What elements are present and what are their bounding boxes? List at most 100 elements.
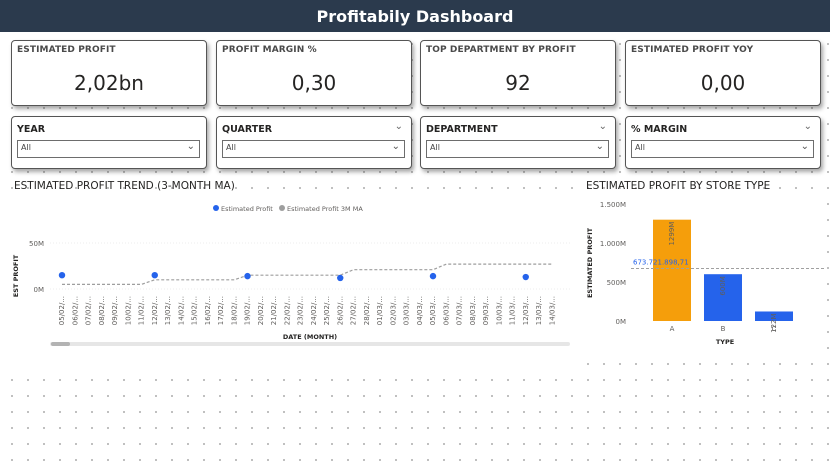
x-tick-label: 08/02/... [98, 296, 106, 325]
legend-label-ma: Estimated Profit 3M MA [287, 205, 363, 213]
x-tick-label: 28/02/... [363, 296, 371, 325]
trend-chart-title: ESTIMATED PROFIT TREND (3-MONTH MA) [14, 180, 235, 192]
kpi-card-profit-margin[interactable]: PROFIT MARGIN % 0,30 [216, 40, 412, 106]
legend-marker-estimated-profit [213, 205, 219, 211]
dashboard-header: Profitabily Dashboard [0, 0, 830, 32]
x-tick-label: 27/02/... [350, 296, 358, 325]
x-tick-label: 23/02/... [297, 296, 305, 325]
x-tick-label: 01/03/... [376, 296, 384, 325]
x-tick-label: 09/03/... [482, 296, 490, 325]
dropdown-value: All [635, 143, 645, 152]
x-tick-label: 12/03/... [522, 296, 530, 325]
x-tick-label: 05/03/... [429, 296, 437, 325]
kpi-title: TOP DEPARTMENT BY PROFIT [426, 45, 576, 55]
x-tick-label: 20/02/... [257, 296, 265, 325]
y-tick-label: 1.000M [600, 240, 626, 248]
x-tick-label: 16/02/... [204, 296, 212, 325]
y-axis-title: ESTIMATED PROFIT [586, 227, 594, 298]
store-type-chart-title: ESTIMATED PROFIT BY STORE TYPE [586, 180, 771, 192]
x-tick-label: 09/02/... [111, 296, 119, 325]
slicer-title: YEAR [17, 124, 46, 135]
average-line-label: 673.721.898,71 [633, 258, 689, 266]
x-tick-label: 22/02/... [283, 296, 291, 325]
kpi-value: 92 [505, 71, 531, 95]
x-tick-label: 07/02/... [85, 296, 93, 325]
slicer-title: DEPARTMENT [426, 124, 498, 135]
dropdown-value: All [430, 143, 440, 152]
y-axis-title: EST PROFIT [12, 254, 20, 297]
x-tick-label: 06/03/... [442, 296, 450, 325]
horizontal-scrollbar-track[interactable] [50, 342, 570, 346]
x-tick-label: 17/02/... [217, 296, 225, 325]
x-tick-label: B [721, 325, 726, 333]
dropdown-value: All [226, 143, 236, 152]
x-tick-label: 04/03/... [416, 296, 424, 325]
x-tick-label: 14/02/... [177, 296, 185, 325]
legend-marker-ma [279, 205, 285, 211]
department-dropdown[interactable]: All ⌄ [426, 140, 609, 158]
slicer-title: % MARGIN [631, 124, 688, 135]
data-label: 1299M [668, 222, 676, 246]
chevron-down-icon: ⌄ [391, 141, 400, 152]
x-axis-title: DATE (MONTH) [283, 333, 337, 341]
chevron-down-icon[interactable]: ⌄ [804, 121, 812, 132]
y-tick-label: 50M [29, 240, 44, 248]
kpi-card-top-department[interactable]: TOP DEPARTMENT BY PROFIT 92 [420, 40, 616, 106]
slicer-title: QUARTER [222, 124, 273, 135]
data-point-estimated-profit[interactable] [244, 272, 251, 280]
quarter-dropdown[interactable]: All ⌄ [222, 140, 405, 158]
dropdown-value: All [21, 143, 31, 152]
x-tick-label: 10/02/... [124, 296, 132, 325]
dashboard-title: Profitabily Dashboard [316, 6, 514, 26]
x-tick-label: 26/02/... [336, 296, 344, 325]
kpi-value: 0,30 [291, 71, 337, 95]
slicer-department: DEPARTMENT ⌄ All ⌄ [420, 116, 616, 169]
chevron-down-icon: ⌄ [595, 141, 604, 152]
y-tick-label: 500M [607, 279, 626, 287]
kpi-card-estimated-profit[interactable]: ESTIMATED PROFIT 2,02bn [11, 40, 207, 106]
margin-dropdown[interactable]: All ⌄ [631, 140, 814, 158]
x-tick-label: 03/03/... [403, 296, 411, 325]
data-point-estimated-profit[interactable] [337, 274, 344, 282]
slicer-year: YEAR All ⌄ [11, 116, 207, 169]
data-point-estimated-profit[interactable] [522, 273, 529, 281]
chevron-down-icon[interactable]: ⌄ [599, 121, 607, 132]
slicer-quarter: QUARTER ⌄ All ⌄ [216, 116, 412, 169]
kpi-title: ESTIMATED PROFIT [17, 45, 116, 55]
x-tick-label: 13/03/... [535, 296, 543, 325]
data-label: 600M [719, 276, 727, 295]
trend-chart[interactable]: Estimated Profit Estimated Profit 3M MA … [0, 196, 575, 366]
chevron-down-icon: ⌄ [186, 141, 195, 152]
kpi-title: PROFIT MARGIN % [222, 45, 317, 55]
slicer-margin: % MARGIN ⌄ All ⌄ [625, 116, 821, 169]
x-tick-label: C [772, 325, 777, 333]
y-tick-label: 0M [34, 286, 45, 294]
x-tick-label: 14/03/... [548, 296, 556, 325]
data-point-estimated-profit[interactable] [429, 272, 437, 280]
x-tick-label: 10/03/... [495, 296, 503, 325]
data-point-estimated-profit[interactable] [151, 272, 158, 279]
y-tick-label: 0M [616, 318, 627, 326]
chevron-down-icon[interactable]: ⌄ [395, 121, 403, 132]
x-tick-label: 25/02/... [323, 296, 331, 325]
series-line-estimated-profit-3m-ma [62, 263, 553, 286]
horizontal-scrollbar-thumb[interactable] [51, 342, 70, 346]
x-tick-label: 07/03/... [456, 296, 464, 325]
x-tick-label: 13/02/... [164, 296, 172, 325]
y-tick-label: 1.500M [600, 201, 626, 209]
x-tick-label: 19/02/... [244, 296, 252, 325]
x-tick-label: 12/02/... [151, 296, 159, 325]
x-tick-label: 15/02/... [191, 296, 199, 325]
x-tick-label: 08/03/... [469, 296, 477, 325]
store-type-bar-chart[interactable]: ESTIMATED PROFIT 1.500M 1.000M 500M 0M 1299… [585, 195, 825, 355]
year-dropdown[interactable]: All ⌄ [17, 140, 200, 158]
x-axis-title: TYPE [716, 338, 734, 346]
kpi-card-profit-yoy[interactable]: ESTIMATED PROFIT YOY 0,00 [625, 40, 821, 106]
x-tick-label: 11/03/... [509, 296, 517, 325]
x-tick-label: 05/02/... [58, 296, 66, 325]
x-tick-label: 18/02/... [230, 296, 238, 325]
x-tick-label: 02/03/... [389, 296, 397, 325]
data-point-estimated-profit[interactable] [58, 272, 66, 279]
kpi-title: ESTIMATED PROFIT YOY [631, 45, 754, 55]
x-tick-label: 06/02/... [71, 296, 79, 325]
